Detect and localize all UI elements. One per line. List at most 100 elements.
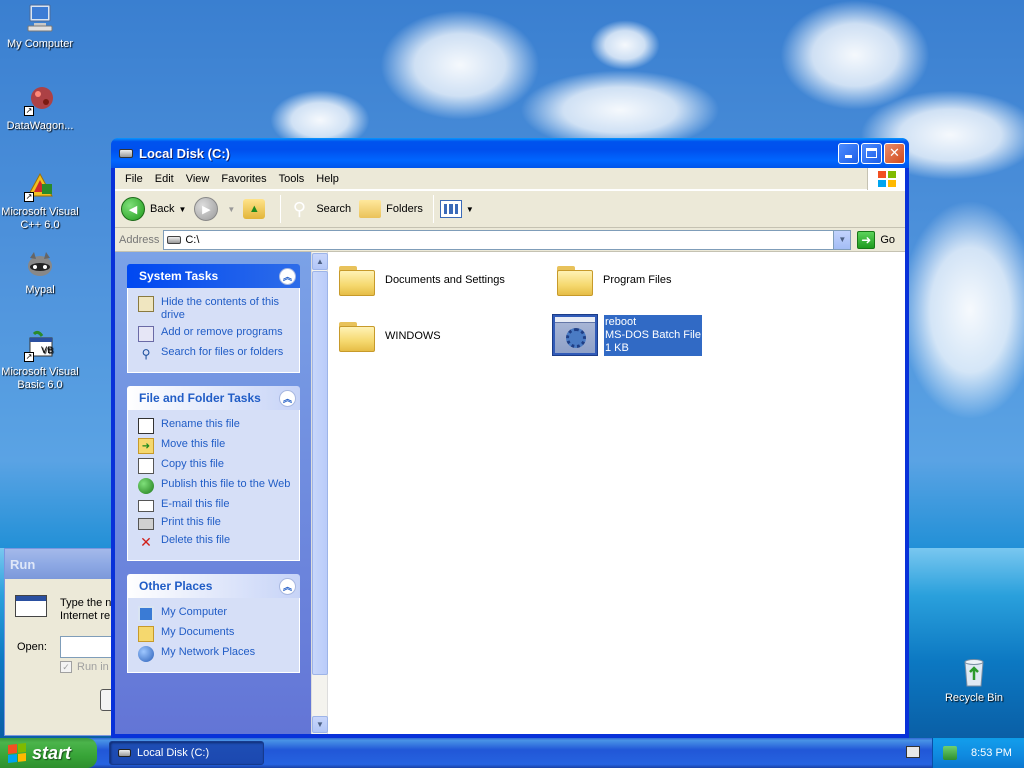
- start-button[interactable]: start: [0, 738, 97, 768]
- folder-icon: [556, 264, 594, 296]
- place-my-network-places[interactable]: My Network Places: [138, 646, 291, 662]
- window-body: File Edit View Favorites Tools Help ◀ Ba…: [115, 168, 905, 734]
- chevron-down-icon[interactable]: ▼: [466, 205, 474, 214]
- scroll-thumb[interactable]: [312, 271, 328, 675]
- run-dialog[interactable]: Run Type the n Internet re Open: ✓ Run i…: [4, 548, 120, 736]
- file-item-folder[interactable]: WINDOWS: [338, 320, 441, 352]
- desktop-icon-my-computer[interactable]: My Computer: [0, 2, 80, 51]
- collapse-chevron-icon[interactable]: ︽: [279, 577, 296, 595]
- task-label: Move this file: [161, 438, 226, 450]
- system-tasks-header[interactable]: System Tasks ︽: [127, 264, 300, 288]
- place-my-documents[interactable]: My Documents: [138, 626, 291, 642]
- explorer-window[interactable]: Local Disk (C:) ✕ File Edit View Favorit…: [111, 138, 909, 738]
- task-print-file[interactable]: Print this file: [138, 516, 291, 530]
- task-label: Rename this file: [161, 418, 240, 430]
- place-my-computer[interactable]: My Computer: [138, 606, 291, 622]
- task-copy-file[interactable]: Copy this file: [138, 458, 291, 474]
- search-button[interactable]: ⚲ Search: [287, 197, 351, 221]
- back-label: Back: [150, 203, 175, 215]
- task-search-files[interactable]: ⚲ Search for files or folders: [138, 346, 291, 362]
- file-name: Documents and Settings: [385, 274, 505, 286]
- task-rename-file[interactable]: Rename this file: [138, 418, 291, 434]
- address-label: Address: [119, 233, 160, 246]
- back-button[interactable]: ◀ Back ▼: [121, 197, 186, 221]
- network-tray-icon[interactable]: [943, 746, 957, 760]
- task-delete-file[interactable]: ✕ Delete this file: [138, 534, 291, 550]
- close-button[interactable]: ✕: [884, 142, 905, 164]
- folders-button[interactable]: Folders: [359, 200, 423, 218]
- collapse-chevron-icon[interactable]: ︽: [279, 389, 296, 407]
- delete-x-icon: ✕: [140, 533, 152, 550]
- menu-tools[interactable]: Tools: [273, 173, 311, 185]
- file-item-folder[interactable]: Documents and Settings: [338, 264, 505, 296]
- back-arrow-icon: ◀: [121, 197, 145, 221]
- collapse-chevron-icon[interactable]: ︽: [279, 267, 296, 285]
- drive-icon: [167, 235, 182, 244]
- task-label: Delete this file: [161, 534, 231, 546]
- clock[interactable]: 8:53 PM: [971, 747, 1012, 759]
- system-tray: 8:53 PM: [932, 738, 1024, 768]
- menu-view[interactable]: View: [180, 173, 216, 185]
- views-button[interactable]: ▼: [439, 200, 474, 218]
- run-dialog-title[interactable]: Run: [5, 549, 113, 579]
- scroll-down-arrow-icon[interactable]: ▼: [312, 716, 328, 733]
- scroll-up-arrow-icon[interactable]: ▲: [312, 253, 328, 270]
- desktop-icon-visual-basic[interactable]: VB ↗ Microsoft Visual Basic 6.0: [0, 330, 80, 392]
- minimize-button[interactable]: [838, 142, 859, 164]
- run-icon-bar: [16, 596, 46, 601]
- run-checkbox[interactable]: ✓: [60, 661, 72, 673]
- desktop-icon-datawagon[interactable]: ↗ DataWagon...: [0, 84, 80, 133]
- menu-edit[interactable]: Edit: [149, 173, 180, 185]
- menu-favorites[interactable]: Favorites: [215, 173, 272, 185]
- file-folder-tasks-body: Rename this file ➜ Move this file Copy t…: [127, 410, 300, 561]
- file-folder-tasks-header[interactable]: File and Folder Tasks ︽: [127, 386, 300, 410]
- desktop-icon-visual-cpp[interactable]: ↗ Microsoft Visual C++ 6.0: [0, 170, 80, 232]
- forward-button[interactable]: ▶ ▼: [194, 197, 235, 221]
- visual-basic-icon: VB ↗: [24, 330, 56, 362]
- close-icon: ✕: [889, 145, 900, 160]
- desktop-icon-label: Microsoft Visual C++ 6.0: [1, 206, 79, 231]
- taskbar-button-local-disk[interactable]: Local Disk (C:): [109, 741, 264, 765]
- other-places-header[interactable]: Other Places ︽: [127, 574, 300, 598]
- desktop-icon-recycle-bin[interactable]: Recycle Bin: [934, 656, 1014, 705]
- chevron-down-icon[interactable]: ▼: [227, 205, 235, 214]
- recycle-bin-icon: [958, 656, 990, 688]
- shortcut-arrow-icon: ↗: [24, 192, 34, 202]
- copy-icon: [138, 458, 154, 474]
- go-label: Go: [880, 233, 895, 246]
- up-folder-button[interactable]: ▲: [243, 199, 270, 219]
- views-icon: [439, 200, 462, 218]
- run-dialog-body: Type the n Internet re Open: ✓ Run in: [5, 579, 120, 711]
- task-label: My Computer: [161, 606, 228, 618]
- desktop-icon-mypal[interactable]: Mypal: [0, 248, 80, 297]
- address-input[interactable]: C:\ ▼: [163, 229, 852, 250]
- run-checkbox-row[interactable]: ✓ Run in: [60, 661, 109, 673]
- task-label: My Documents: [161, 626, 235, 638]
- menu-file[interactable]: File: [119, 173, 149, 185]
- task-publish-web[interactable]: Publish this file to the Web: [138, 478, 291, 494]
- menu-help[interactable]: Help: [310, 173, 345, 185]
- datawagon-icon: ↗: [24, 84, 56, 116]
- task-hide-contents[interactable]: Hide the contents of this drive: [138, 296, 291, 322]
- task-email-file[interactable]: E-mail this file: [138, 498, 291, 512]
- chevron-down-icon[interactable]: ▼: [178, 205, 186, 214]
- hide-contents-icon: [138, 296, 154, 312]
- maximize-button[interactable]: [861, 142, 882, 164]
- task-move-file[interactable]: ➜ Move this file: [138, 438, 291, 454]
- keyboard-icon[interactable]: [906, 746, 920, 758]
- address-bar: Address C:\ ▼ ➜ Go: [115, 228, 905, 252]
- task-add-remove-programs[interactable]: Add or remove programs: [138, 326, 291, 342]
- taskbar: start Local Disk (C:) 8:53 PM: [0, 738, 1024, 768]
- file-item-folder[interactable]: Program Files: [556, 264, 671, 296]
- go-button[interactable]: ➜ Go: [855, 230, 901, 249]
- system-tasks-panel: System Tasks ︽ Hide the contents of this…: [127, 264, 300, 373]
- task-pane-scrollbar[interactable]: ▲ ▼: [311, 252, 328, 734]
- flag-quadrant: [17, 752, 26, 762]
- desktop-icon-label: Recycle Bin: [944, 692, 1004, 704]
- network-places-icon: [138, 646, 154, 662]
- run-open-label: Open:: [17, 641, 47, 653]
- task-label: Publish this file to the Web: [161, 478, 291, 490]
- window-titlebar[interactable]: Local Disk (C:) ✕: [111, 138, 909, 168]
- address-dropdown-button[interactable]: ▼: [833, 230, 851, 249]
- file-item-batch-selected[interactable]: reboot MS-DOS Batch File 1 KB: [552, 314, 702, 356]
